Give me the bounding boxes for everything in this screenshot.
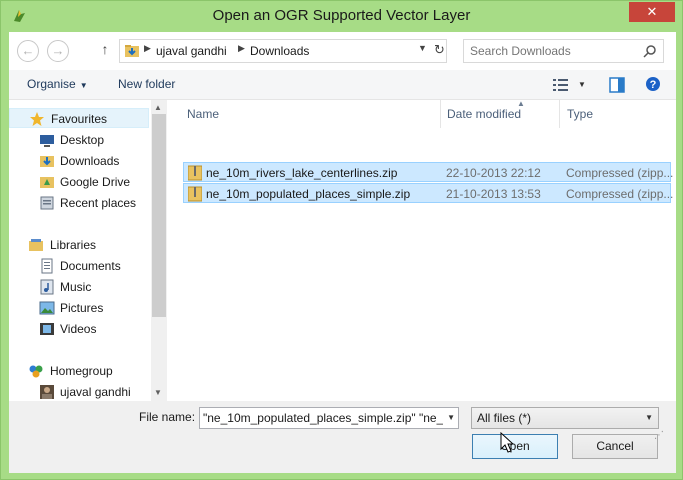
resize-grip-icon[interactable]: ⋰	[654, 430, 664, 441]
up-arrow-icon[interactable]: ↑	[97, 41, 113, 59]
search-box[interactable]	[463, 39, 664, 63]
user-avatar-icon	[40, 385, 54, 399]
sidebar-item-desktop[interactable]: Desktop	[9, 130, 149, 150]
file-date: 21-10-2013 13:53	[446, 187, 541, 201]
sidebar-item-favourites[interactable]: Favourites	[9, 108, 149, 128]
close-button[interactable]: ✕	[629, 2, 675, 22]
breadcrumb-separator-icon: ▶	[238, 43, 245, 53]
sidebar-item-label: Downloads	[60, 154, 120, 168]
sidebar-item-label: Recent places	[60, 196, 137, 210]
table-row[interactable]: ne_10m_rivers_lake_centerlines.zip 22-10…	[183, 162, 674, 182]
libraries-icon	[29, 239, 43, 251]
sidebar-item-label: Desktop	[60, 133, 105, 147]
folder-download-icon	[125, 45, 139, 57]
filter-value: All files (*)	[477, 411, 532, 425]
chevron-down-icon[interactable]: ▼	[418, 43, 427, 53]
navigation-pane: Favourites Desktop Downloads Google Driv…	[9, 100, 167, 401]
column-divider[interactable]	[559, 100, 560, 128]
sidebar-item-user[interactable]: ujaval gandhi	[9, 382, 149, 401]
back-arrow-icon[interactable]: ←	[17, 40, 39, 62]
sidebar-item-videos[interactable]: Videos	[9, 319, 149, 339]
sidebar-item-label: Music	[60, 280, 92, 294]
file-name-field[interactable]: "ne_10m_populated_places_simple.zip" "ne…	[199, 407, 459, 429]
chevron-down-icon: ▼	[79, 81, 88, 90]
scroll-up-icon[interactable]: ▲	[154, 103, 162, 112]
breadcrumb-separator-icon: ▶	[144, 43, 151, 53]
sidebar-item-music[interactable]: Music	[9, 277, 149, 297]
file-type: Compressed (zipp...	[566, 166, 674, 180]
google-drive-icon	[40, 177, 54, 188]
sidebar-item-label: Pictures	[60, 301, 104, 315]
homegroup-icon	[29, 365, 43, 378]
address-row: ← → ↑ ▶ ujaval gandhi ▶ Downloads ▼ ↻	[9, 32, 676, 70]
column-divider[interactable]	[440, 100, 441, 128]
title-bar[interactable]: Open an OGR Supported Vector Layer ✕	[1, 1, 682, 32]
recent-places-icon	[40, 196, 54, 210]
sidebar-item-label: Favourites	[51, 112, 108, 126]
breadcrumb-item[interactable]: ujaval gandhi	[156, 44, 227, 58]
file-list: Name ▲ Date modified Type ne_10m_rivers_…	[169, 99, 676, 426]
open-button[interactable]: Open	[472, 434, 558, 459]
chevron-down-icon[interactable]: ▼	[447, 413, 455, 422]
zip-folder-icon	[188, 186, 202, 202]
videos-icon	[40, 323, 54, 335]
sidebar-item-label: Homegroup	[50, 364, 113, 378]
sidebar-item-label: Libraries	[50, 238, 97, 252]
dialog-window: Open an OGR Supported Vector Layer ✕ ← →…	[0, 0, 683, 480]
chevron-down-icon[interactable]: ▼	[578, 80, 586, 89]
sidebar-item-libraries[interactable]: Libraries	[9, 235, 149, 255]
help-icon[interactable]: ?	[645, 76, 661, 92]
star-icon	[30, 112, 44, 126]
new-folder-button[interactable]: New folder	[118, 77, 175, 91]
forward-arrow-icon[interactable]: →	[47, 40, 69, 62]
sidebar-item-label: Documents	[60, 259, 121, 273]
scroll-down-icon[interactable]: ▼	[154, 388, 162, 397]
dialog-body: ← → ↑ ▶ ujaval gandhi ▶ Downloads ▼ ↻ Se…	[9, 32, 676, 473]
table-row[interactable]: ne_10m_populated_places_simple.zip 21-10…	[183, 183, 674, 203]
refresh-icon[interactable]: ↻	[434, 42, 446, 60]
file-type-filter[interactable]: All files (*) ▼	[471, 407, 659, 429]
breadcrumb-item[interactable]: Downloads	[250, 44, 309, 58]
sidebar-item-label: Videos	[60, 322, 97, 336]
desktop-icon	[40, 135, 54, 147]
sidebar-item-recent-places[interactable]: Recent places	[9, 193, 149, 213]
command-toolbar: Organise ▼ New folder ▼ ?	[9, 70, 676, 100]
file-name-panel: File name: "ne_10m_populated_places_simp…	[9, 401, 676, 473]
window-title: Open an OGR Supported Vector Layer	[212, 7, 471, 24]
mouse-cursor-icon	[500, 432, 514, 453]
svg-text:?: ?	[650, 79, 657, 91]
file-date: 22-10-2013 22:12	[446, 166, 541, 180]
chevron-down-icon: ▼	[645, 413, 653, 422]
address-bar[interactable]: ▶ ujaval gandhi ▶ Downloads ▼ ↻	[119, 39, 447, 63]
sidebar-item-pictures[interactable]: Pictures	[9, 298, 149, 318]
sidebar-item-google-drive[interactable]: Google Drive	[9, 172, 149, 192]
zip-folder-icon	[188, 165, 202, 181]
file-name-value: "ne_10m_populated_places_simple.zip" "ne…	[203, 411, 443, 425]
preview-pane-icon[interactable]	[609, 77, 625, 93]
sidebar-item-homegroup[interactable]: Homegroup	[9, 361, 149, 381]
documents-icon	[41, 258, 53, 274]
file-name: ne_10m_populated_places_simple.zip	[206, 187, 411, 201]
sidebar-item-label: ujaval gandhi	[60, 385, 131, 399]
file-type: Compressed (zipp...	[566, 187, 674, 201]
column-header-date[interactable]: Date modified	[447, 100, 521, 128]
file-name-label: File name:	[139, 410, 196, 424]
search-input[interactable]	[470, 43, 640, 59]
sidebar-scrollbar[interactable]: ▲ ▼	[151, 100, 167, 401]
organise-button[interactable]: Organise ▼	[27, 77, 88, 91]
file-name: ne_10m_rivers_lake_centerlines.zip	[206, 166, 398, 180]
column-header-type[interactable]: Type	[567, 100, 593, 128]
pictures-icon	[39, 301, 55, 315]
view-options-icon[interactable]	[553, 78, 569, 92]
column-header-name[interactable]: Name	[187, 100, 219, 128]
organise-label: Organise	[27, 77, 76, 91]
scrollbar-thumb[interactable]	[152, 114, 166, 317]
downloads-icon	[40, 156, 54, 167]
sidebar-item-documents[interactable]: Documents	[9, 256, 149, 276]
music-icon	[40, 279, 54, 295]
search-icon[interactable]	[643, 44, 657, 58]
cancel-button[interactable]: Cancel	[572, 434, 658, 459]
sidebar-item-label: Google Drive	[60, 175, 131, 189]
sidebar-item-downloads[interactable]: Downloads	[9, 151, 149, 171]
